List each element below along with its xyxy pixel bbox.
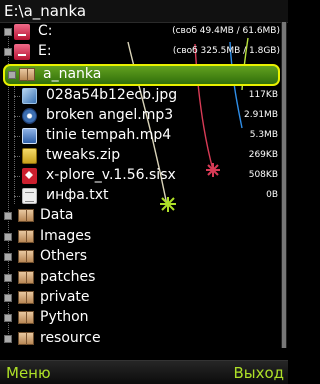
file-size: 508KB <box>248 170 278 180</box>
title-bar: E:\a_nanka <box>0 0 288 23</box>
folder-name: Others <box>40 248 88 264</box>
folder-name: Images <box>40 228 92 244</box>
folder-row-private[interactable]: private <box>0 288 288 308</box>
file-row-broken-angel-mp3[interactable]: broken angel.mp3 2.91MB <box>0 106 288 126</box>
text-file-icon <box>22 188 37 204</box>
folder-row-resource[interactable]: resource <box>0 329 288 349</box>
expand-icon[interactable] <box>4 233 12 241</box>
folder-name: patches <box>40 269 96 285</box>
file-name: x-plore_v.1.56.sisx <box>46 167 176 183</box>
menu-softkey[interactable]: Меню <box>6 364 51 382</box>
folder-name: Python <box>40 309 89 325</box>
file-name: 028a54b12ecb.jpg <box>46 87 178 103</box>
collapse-icon[interactable] <box>8 71 16 79</box>
file-row-028a54b12ecb-jpg[interactable]: 028a54b12ecb.jpg 117KB <box>0 86 288 106</box>
sis-file-icon <box>22 168 37 184</box>
file-size: 2.91MB <box>244 110 278 120</box>
folder-name: private <box>40 289 90 305</box>
scrollbar-thumb[interactable] <box>282 22 286 348</box>
folder-icon <box>18 250 34 263</box>
file-row-info-txt[interactable]: инфа.txt 0B <box>0 186 288 206</box>
tree-branch <box>14 196 20 197</box>
folder-icon <box>18 311 34 324</box>
exit-softkey[interactable]: Выход <box>233 364 284 382</box>
file-name: инфа.txt <box>46 187 109 203</box>
image-file-icon <box>22 88 37 104</box>
folder-name: Data <box>40 207 74 223</box>
file-size: 5.3MB <box>249 130 278 140</box>
drive-free-space: (своб 49.4MB / 61.6MB) <box>172 26 280 36</box>
softkey-bar: Меню Выход <box>0 360 288 384</box>
drive-icon <box>14 24 30 40</box>
tree-branch <box>14 116 20 117</box>
zip-file-icon <box>22 148 37 164</box>
selected-folder-row[interactable]: a_nanka <box>3 64 280 86</box>
folder-row-patches[interactable]: patches <box>0 268 288 288</box>
expand-icon[interactable] <box>4 314 12 322</box>
folder-icon <box>18 209 34 222</box>
expand-icon[interactable] <box>4 294 12 302</box>
tree-branch <box>14 136 20 137</box>
file-name: broken angel.mp3 <box>46 107 174 123</box>
file-size: 269KB <box>248 150 278 160</box>
folder-row-images[interactable]: Images <box>0 227 288 247</box>
folder-icon <box>18 271 34 284</box>
folder-icon <box>19 68 35 81</box>
folder-icon <box>18 230 34 243</box>
expand-icon[interactable] <box>4 212 12 220</box>
tree-branch <box>14 156 20 157</box>
folder-row-python[interactable]: Python <box>0 308 288 328</box>
drive-label: C: <box>38 23 53 39</box>
folder-icon <box>18 291 34 304</box>
expand-icon[interactable] <box>4 48 12 56</box>
file-row-tweaks-zip[interactable]: tweaks.zip 269KB <box>0 146 288 166</box>
file-name: tweaks.zip <box>46 147 121 163</box>
tree-branch <box>14 176 20 177</box>
drive-e-row[interactable]: E: (своб 325.5MB / 1.8GB) <box>0 42 288 62</box>
file-row-x-plore-sisx[interactable]: x-plore_v.1.56.sisx 508KB <box>0 166 288 186</box>
expand-icon[interactable] <box>4 28 12 36</box>
expand-icon[interactable] <box>4 335 12 343</box>
file-size: 0B <box>266 190 278 200</box>
audio-file-icon <box>22 108 37 124</box>
drive-label: E: <box>38 43 52 59</box>
folder-name: a_nanka <box>43 66 102 82</box>
drive-icon <box>14 44 30 60</box>
folder-row-others[interactable]: Others <box>0 247 288 267</box>
file-size: 117KB <box>248 90 278 100</box>
tree-branch <box>14 96 20 97</box>
expand-icon[interactable] <box>4 274 12 282</box>
current-path: E:\a_nanka <box>4 2 87 20</box>
video-file-icon <box>22 128 37 144</box>
file-manager-screen: E:\a_nanka C: (своб 49.4MB / 61.6MB) E: … <box>0 0 288 384</box>
folder-row-data[interactable]: Data <box>0 206 288 226</box>
expand-icon[interactable] <box>4 253 12 261</box>
drive-free-space: (своб 325.5MB / 1.8GB) <box>172 46 280 56</box>
file-name: tinie tempah.mp4 <box>46 127 172 143</box>
folder-icon <box>18 332 34 345</box>
file-row-tinie-tempah-mp4[interactable]: tinie tempah.mp4 5.3MB <box>0 126 288 146</box>
drive-c-row[interactable]: C: (своб 49.4MB / 61.6MB) <box>0 22 288 42</box>
folder-name: resource <box>40 330 101 346</box>
